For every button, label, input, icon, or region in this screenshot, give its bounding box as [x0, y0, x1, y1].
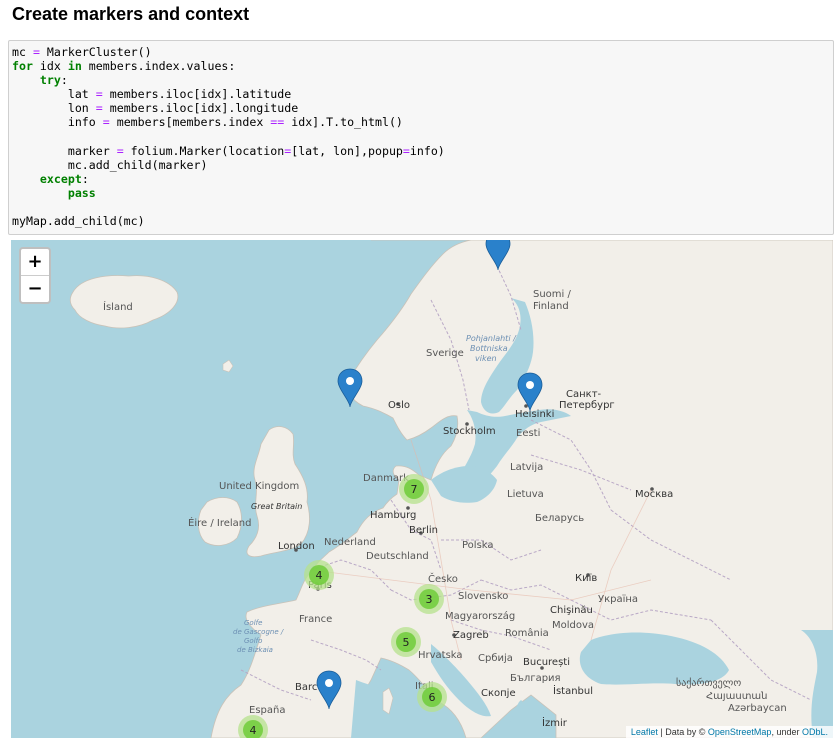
- cluster-count: 3: [426, 593, 433, 606]
- label-nederland: Nederland: [324, 537, 376, 548]
- label-hrvatska: Hrvatska: [418, 650, 463, 661]
- code-line-6: info = members[members.index == idx].T.t…: [12, 115, 403, 130]
- label-golfe-3: Golfo: [244, 637, 262, 645]
- label-srbija: Србија: [478, 652, 513, 664]
- attribution-under: , under: [771, 727, 802, 737]
- label-zagreb: Zagreb: [453, 630, 489, 641]
- label-golfe-4: de Bizkaia: [237, 646, 273, 654]
- code-line-8: marker = folium.Marker(location=[lat, lo…: [12, 143, 445, 158]
- label-kyiv: Київ: [575, 573, 597, 584]
- label-finland: Finland: [533, 301, 569, 312]
- marker-cluster-austria[interactable]: 3: [414, 584, 444, 614]
- code-line-2: for idx in members.index.values:: [12, 59, 236, 74]
- label-ukraina: Україна: [598, 594, 638, 605]
- attribution-separator: | Data by ©: [657, 727, 708, 737]
- odbl-link[interactable]: ODbL.: [802, 727, 828, 737]
- label-viken: viken: [475, 354, 497, 363]
- label-moldova: Moldova: [552, 620, 594, 631]
- label-golfe-1: Golfe: [244, 619, 262, 627]
- label-uk: United Kingdom: [219, 481, 299, 492]
- label-suomi: Suomi /: [533, 289, 572, 300]
- label-berlin: Berlin: [409, 525, 438, 536]
- zoom-control: + −: [19, 247, 51, 304]
- label-azerbaijan: Azərbaycan: [728, 703, 787, 714]
- label-spb-2: Петербург: [559, 400, 615, 411]
- cluster-count: 4: [250, 724, 257, 737]
- marker-cluster-north-italy[interactable]: 5: [391, 627, 421, 657]
- label-latvija: Latvija: [510, 462, 543, 473]
- cluster-count: 4: [316, 569, 323, 582]
- label-france: France: [299, 614, 332, 625]
- label-helsinki: Helsinki: [515, 409, 554, 420]
- code-line-1: mc = MarkerCluster(): [12, 45, 152, 59]
- label-great-britain: Great Britain: [251, 502, 302, 511]
- label-deutschland: Deutschland: [366, 551, 429, 562]
- label-belarus: Беларусь: [535, 513, 584, 524]
- code-line-13: myMap.add_child(mc): [12, 214, 145, 229]
- map-attribution: Leaflet | Data by © OpenStreetMap, under…: [625, 726, 833, 738]
- label-romania: România: [505, 627, 549, 639]
- label-espana: España: [249, 705, 285, 716]
- label-sverige: Sverige: [426, 348, 464, 359]
- cluster-count: 5: [403, 636, 410, 649]
- label-ireland: Éire / Ireland: [188, 516, 251, 529]
- label-golfe-2: de Gascogne /: [233, 628, 284, 636]
- label-eesti: Eesti: [516, 428, 540, 439]
- code-block[interactable]: mc = MarkerCluster() for idx in members.…: [9, 41, 833, 228]
- label-pohjanlahti: Pohjanlahti /: [466, 334, 517, 343]
- label-iceland: Ísland: [103, 300, 133, 313]
- marker-cluster-denmark[interactable]: 7: [399, 474, 429, 504]
- zoom-in-button[interactable]: +: [21, 249, 49, 275]
- marker-cluster-paris[interactable]: 4: [304, 560, 334, 590]
- openstreetmap-link[interactable]: OpenStreetMap: [708, 727, 772, 737]
- label-bucuresti: București: [523, 657, 570, 668]
- section-heading: Create markers and context: [12, 4, 250, 24]
- label-sakartvelo: საქართველო: [676, 677, 741, 689]
- code-line-9: mc.add_child(marker): [12, 157, 208, 172]
- label-izmir: İzmir: [542, 716, 568, 729]
- code-line-5: lon = members.iloc[idx].longitude: [12, 101, 299, 116]
- leaflet-link[interactable]: Leaflet: [631, 727, 658, 737]
- label-bulgaria: България: [510, 673, 561, 684]
- map-tiles[interactable]: Ísland Suomi / Finland Sverige Pohjanlah…: [11, 240, 833, 738]
- code-cell[interactable]: mc = MarkerCluster() for idx in members.…: [8, 40, 834, 235]
- label-london: London: [278, 541, 315, 552]
- label-bottniska: Bottniska: [470, 344, 508, 353]
- label-moskva: Москва: [635, 489, 673, 500]
- label-istanbul: İstanbul: [553, 684, 593, 697]
- code-line-4: lat = members.iloc[idx].latitude: [12, 87, 292, 102]
- label-spb-1: Санкт-: [566, 389, 602, 400]
- label-hamburg: Hamburg: [370, 510, 416, 521]
- marker-cluster-south-italy[interactable]: 6: [417, 682, 447, 712]
- map-view[interactable]: Ísland Suomi / Finland Sverige Pohjanlah…: [11, 240, 833, 738]
- zoom-out-button[interactable]: −: [21, 275, 49, 302]
- label-hayastan: Հայաստան: [706, 691, 768, 702]
- label-chisinau: Chişinău: [550, 605, 593, 616]
- label-stockholm: Stockholm: [443, 426, 496, 437]
- code-line-3: try:: [39, 73, 68, 88]
- label-skopje: Скопје: [481, 687, 516, 699]
- label-oslo: Oslo: [388, 400, 410, 411]
- label-slovensko: Slovensko: [458, 591, 508, 602]
- label-polska: Polska: [462, 540, 494, 551]
- code-line-10: except:: [39, 171, 89, 186]
- label-lietuva: Lietuva: [507, 489, 544, 500]
- cluster-count: 6: [429, 691, 436, 704]
- label-cesko: Česko: [428, 572, 458, 585]
- cluster-count: 7: [411, 483, 418, 496]
- code-line-11: pass: [67, 185, 96, 200]
- label-magyarorszag: Magyarország: [445, 610, 515, 622]
